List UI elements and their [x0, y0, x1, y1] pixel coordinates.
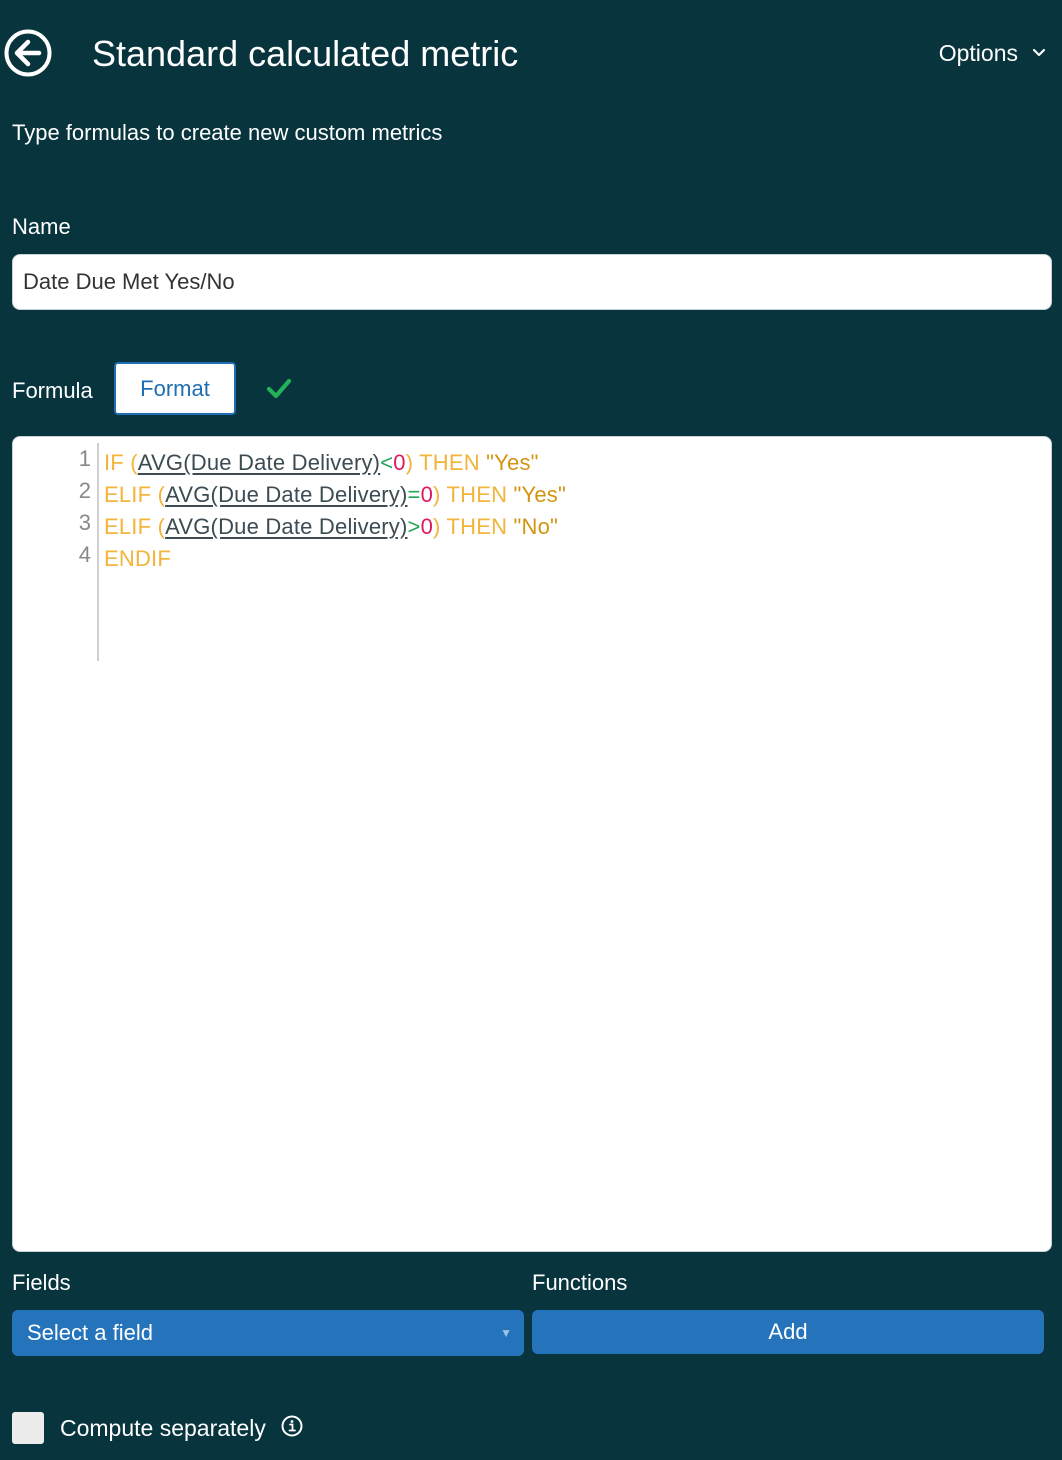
code-keyword: ELIF: [104, 514, 152, 539]
code-paren: (: [157, 514, 166, 539]
code-keyword: IF: [104, 450, 124, 475]
line-number: 3: [78, 510, 91, 535]
field-select[interactable]: Select a field ▼: [12, 1310, 524, 1356]
code-keyword: THEN: [446, 514, 508, 539]
line-number: 1: [78, 446, 91, 471]
line-number-gutter: 1 2 3 4: [13, 443, 99, 661]
code-line: ELIF (AVG(Due Date Delivery)=0) THEN "Ye…: [104, 479, 1041, 511]
code-number: 0: [420, 482, 434, 507]
line-number: 2: [78, 478, 91, 503]
code-line: IF (AVG(Due Date Delivery)<0) THEN "Yes": [104, 447, 1041, 479]
options-menu[interactable]: Options: [939, 38, 1046, 68]
code-string: "No": [513, 514, 559, 539]
page-subtitle: Type formulas to create new custom metri…: [12, 120, 443, 145]
code-function: AVG(Due Date Delivery): [137, 450, 381, 475]
code-keyword: ENDIF: [104, 546, 171, 571]
formula-label: Formula: [12, 378, 93, 403]
code-number: 0: [420, 514, 434, 539]
code-paren: ): [433, 482, 441, 507]
field-select-placeholder: Select a field: [27, 1320, 153, 1345]
code-number: 0: [393, 450, 406, 475]
code-operator: =: [407, 482, 421, 507]
page-title: Standard calculated metric: [92, 33, 519, 74]
code-area[interactable]: IF (AVG(Due Date Delivery)<0) THEN "Yes"…: [104, 447, 1041, 575]
compute-separately-label: Compute separately: [60, 1415, 266, 1441]
code-operator: <: [380, 450, 394, 475]
checkmark-icon: [266, 378, 292, 399]
fields-label: Fields: [12, 1270, 71, 1295]
code-line: ENDIF: [104, 543, 1041, 575]
code-function: AVG(Due Date Delivery): [165, 514, 408, 539]
functions-label: Functions: [532, 1270, 628, 1295]
code-keyword: ELIF: [104, 482, 152, 507]
code-string: "Yes": [513, 482, 566, 507]
options-label: Options: [938, 40, 1018, 66]
back-arrow-icon[interactable]: [4, 29, 52, 77]
code-paren: (: [157, 482, 166, 507]
dropdown-caret-icon: ▼: [500, 1326, 512, 1340]
code-line: ELIF (AVG(Due Date Delivery)>0) THEN "No…: [104, 511, 1041, 543]
name-input[interactable]: [12, 254, 1052, 310]
formula-editor[interactable]: 1 2 3 4 IF (AVG(Due Date Delivery)<0) TH…: [12, 436, 1052, 1252]
code-operator: >: [407, 514, 421, 539]
code-keyword: THEN: [446, 482, 508, 507]
calculated-metric-page: Standard calculated metric Options Type …: [0, 0, 1062, 1460]
compute-separately-checkbox[interactable]: [12, 1412, 44, 1444]
code-paren: (: [130, 450, 138, 475]
code-string: "Yes": [486, 450, 539, 475]
code-paren: ): [433, 514, 441, 539]
format-button[interactable]: Format: [114, 362, 236, 415]
code-keyword: THEN: [419, 450, 480, 475]
chevron-down-icon: [1032, 48, 1046, 57]
code-function: AVG(Due Date Delivery): [165, 482, 408, 507]
info-icon[interactable]: [281, 1415, 303, 1437]
add-function-button[interactable]: Add: [532, 1310, 1044, 1354]
line-number: 4: [78, 542, 91, 567]
code-paren: ): [405, 450, 414, 475]
name-label: Name: [12, 214, 71, 239]
